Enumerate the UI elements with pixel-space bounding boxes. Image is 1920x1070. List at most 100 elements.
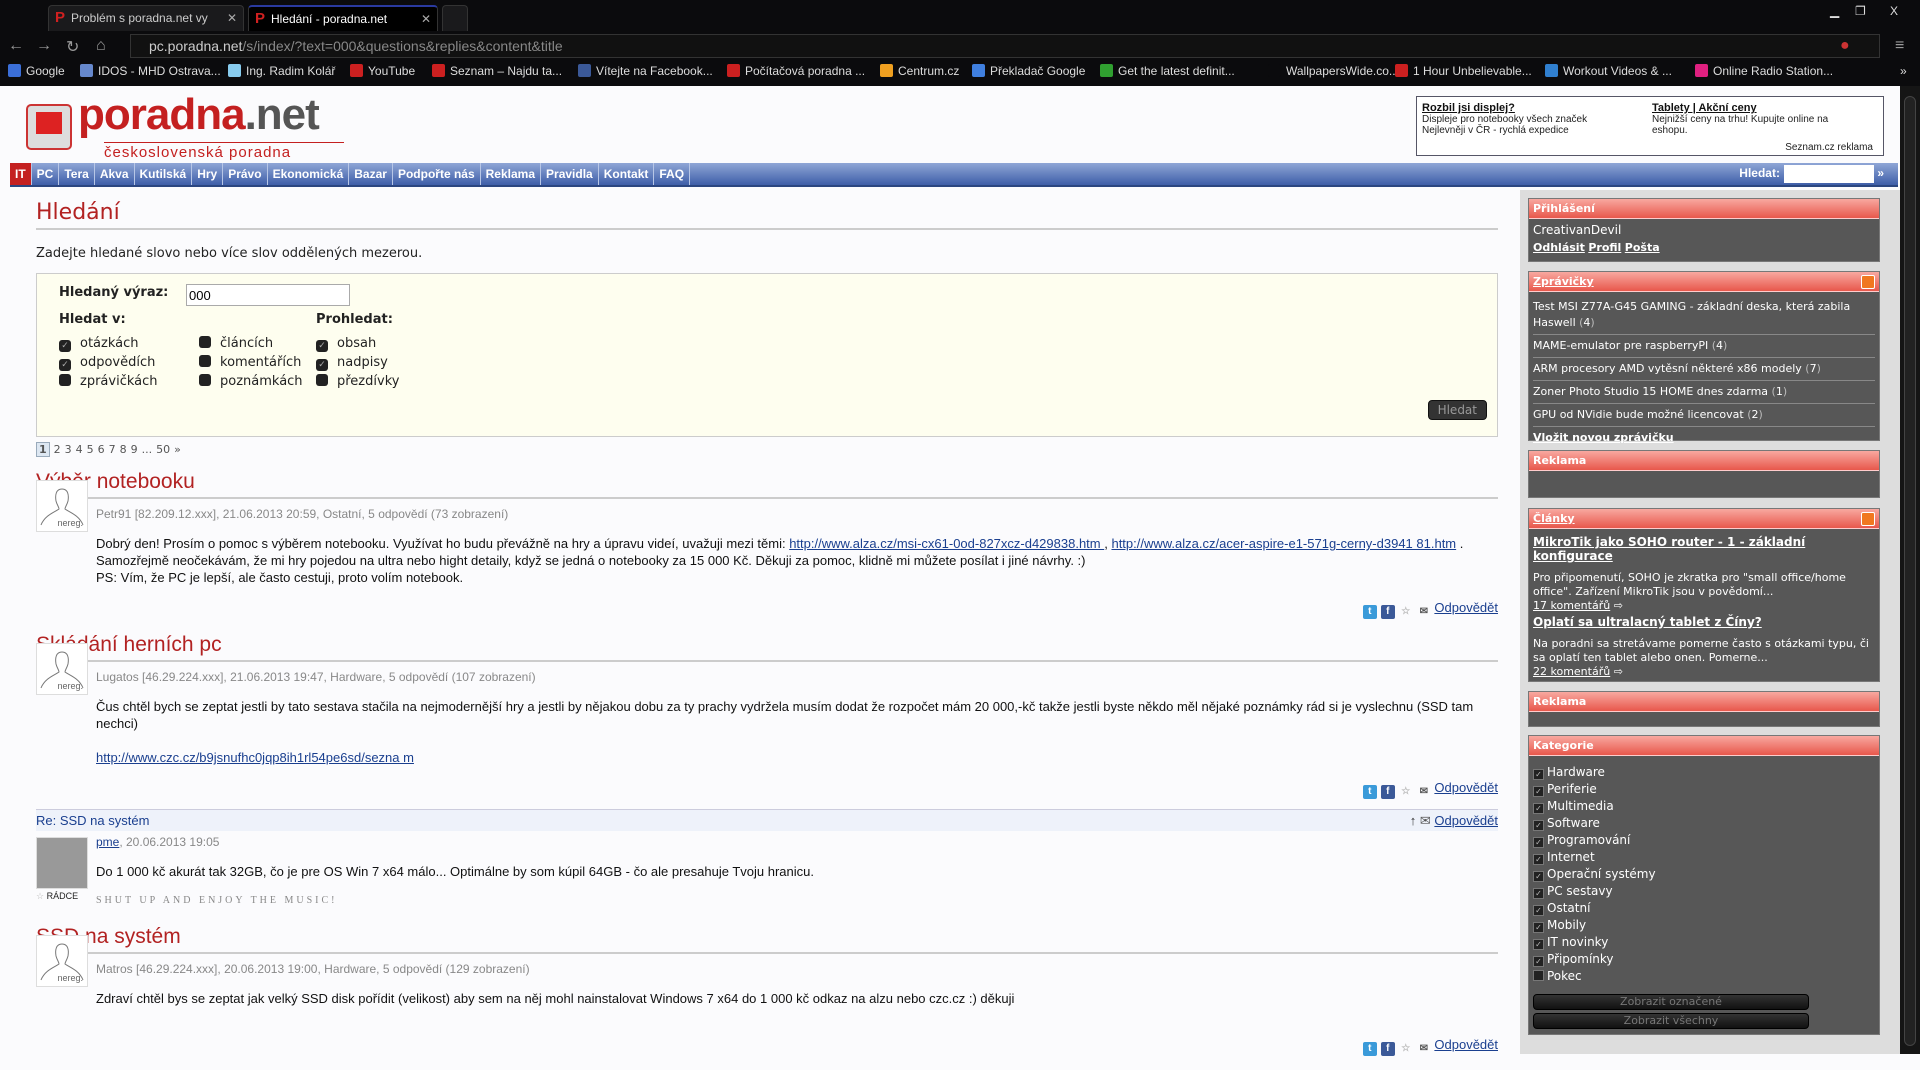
arrow-up-icon[interactable]: ↑ — [1410, 813, 1417, 828]
bookmark-item[interactable]: 1 Hour Unbelievable... — [1395, 64, 1532, 78]
add-news-link[interactable]: Vložit novou zprávičku — [1533, 431, 1674, 444]
nav-item[interactable]: Podpořte nás — [393, 163, 481, 185]
reply-title[interactable]: Re: SSD na systém — [36, 813, 149, 828]
new-tab-button[interactable] — [442, 5, 468, 31]
articles-title[interactable]: Články — [1529, 509, 1879, 529]
nav-item[interactable]: IT — [10, 163, 32, 185]
reply-link[interactable]: Odpovědět — [1434, 1037, 1498, 1052]
post-link[interactable]: http://www.alza.cz/msi-cx61-0od-827xcz-d… — [789, 536, 1104, 551]
bookmark-item[interactable]: Get the latest definit... — [1100, 64, 1235, 78]
page-link[interactable]: 2 — [54, 443, 61, 456]
checkbox-icon[interactable]: ✓ — [1533, 871, 1544, 882]
menu-icon[interactable]: ≡ — [1895, 37, 1904, 55]
checkbox-icon[interactable]: ✓ — [1533, 769, 1544, 780]
news-item[interactable]: MAME-emulator pre raspberryPI (4) — [1533, 335, 1875, 358]
bookmark-item[interactable]: Počítačová poradna ... — [727, 64, 865, 78]
bookmark-item[interactable]: Ing. Radim Kolář — [228, 64, 335, 78]
query-input[interactable] — [186, 284, 350, 306]
twitter-icon[interactable]: t — [1362, 785, 1377, 799]
address-bar[interactable]: pc.poradna.net/s/index/?text=000&questio… — [130, 34, 1880, 58]
site-logo[interactable]: poradna.net československá poradna — [24, 90, 344, 162]
checkbox-icon[interactable] — [199, 374, 211, 386]
logout-link[interactable]: Odhlásit — [1533, 241, 1585, 254]
close-tab-icon[interactable]: ✕ — [421, 12, 431, 26]
post-title[interactable]: Výběr notebooku — [36, 470, 1498, 499]
user-link[interactable]: pme — [96, 835, 119, 849]
category-checkbox[interactable]: ✓ Periferie — [1533, 781, 1875, 798]
close-window-icon[interactable]: X — [1890, 4, 1898, 18]
bookmark-item[interactable]: Centrum.cz — [880, 64, 959, 78]
tab-problem[interactable]: P Problém s poradna.net vy ✕ — [48, 5, 244, 31]
category-checkbox[interactable]: ✓ Multimedia — [1533, 798, 1875, 815]
checkbox-icon[interactable]: ✓ — [1533, 939, 1544, 950]
show-all-button[interactable]: Zobrazit všechny — [1533, 1013, 1809, 1029]
news-item[interactable]: ARM procesory AMD vytěsní některé x86 mo… — [1533, 358, 1875, 381]
bookmark-item[interactable]: Vítejte na Facebook... — [578, 64, 713, 78]
category-checkbox[interactable]: ✓ IT novinky — [1533, 934, 1875, 951]
checkbox-icon[interactable] — [316, 374, 328, 386]
search-in-checkbox[interactable]: ✓ odpovědích — [59, 355, 155, 371]
adblock-icon[interactable]: ● — [1840, 37, 1850, 55]
checkbox-icon[interactable] — [1533, 970, 1544, 981]
reply-link[interactable]: Odpovědět — [1434, 780, 1498, 795]
bookmark-item[interactable]: Online Radio Station... — [1695, 64, 1833, 78]
scrollbar[interactable] — [1900, 86, 1920, 1054]
post-title[interactable]: Skládání herních pc — [36, 633, 1498, 662]
bookmark-item[interactable]: Překladač Google — [972, 64, 1085, 78]
comments-link[interactable]: 22 komentářů — [1533, 665, 1610, 678]
nav-item[interactable]: Tera — [59, 163, 95, 185]
category-checkbox[interactable]: ✓ Internet — [1533, 849, 1875, 866]
checkbox-icon[interactable]: ✓ — [1533, 905, 1544, 916]
checkbox-icon[interactable]: ✓ — [1533, 854, 1544, 865]
page-link[interactable]: 8 — [120, 443, 127, 456]
post-title[interactable]: SSD na systém — [36, 925, 1498, 954]
category-checkbox[interactable]: ✓ Ostatní — [1533, 900, 1875, 917]
category-checkbox[interactable]: ✓ PC sestavy — [1533, 883, 1875, 900]
article-link[interactable]: MikroTik jako SOHO router - 1 - základní… — [1533, 535, 1875, 563]
news-item[interactable]: Zoner Photo Studio 15 HOME dnes zdarma (… — [1533, 381, 1875, 404]
page-link[interactable]: 1 — [36, 442, 50, 457]
bookmark-item[interactable]: Google — [8, 64, 65, 78]
checkbox-icon[interactable]: ✓ — [1533, 922, 1544, 933]
search-in-checkbox[interactable]: poznámkách — [199, 374, 303, 389]
reply-link[interactable]: Odpovědět — [1434, 813, 1498, 828]
checkbox-icon[interactable]: ✓ — [1533, 786, 1544, 797]
checkbox-icon[interactable] — [199, 355, 211, 367]
post-link[interactable]: http://www.czc.cz/b9jsnufhc0jqp8ih1rl54p… — [96, 750, 414, 765]
minimize-icon[interactable]: ▁ — [1830, 4, 1839, 18]
home-icon[interactable]: ⌂ — [96, 37, 106, 55]
comments-link[interactable]: 17 komentářů — [1533, 599, 1610, 612]
category-checkbox[interactable]: ✓ Mobily — [1533, 917, 1875, 934]
nav-item[interactable]: Ekonomická — [268, 163, 350, 185]
page-link[interactable]: 7 — [109, 443, 116, 456]
checkbox-icon[interactable]: ✓ — [316, 359, 328, 371]
tab-hledani[interactable]: P Hledání - poradna.net ✕ — [248, 5, 438, 31]
back-icon[interactable]: ← — [8, 37, 24, 55]
bookmark-item[interactable]: IDOS - MHD Ostrava... — [80, 64, 221, 78]
reload-icon[interactable]: ↻ — [66, 37, 79, 57]
search-in-checkbox[interactable]: článcích — [199, 336, 273, 351]
page-link[interactable]: » — [174, 443, 181, 456]
category-checkbox[interactable]: Pokec — [1533, 968, 1875, 985]
news-item[interactable]: GPU od NVidie bude možné licencovat (2) — [1533, 404, 1875, 427]
scope-checkbox[interactable]: ✓ obsah — [316, 336, 376, 352]
nav-item[interactable]: Akva — [95, 163, 135, 185]
restore-icon[interactable]: ❐ — [1855, 4, 1866, 18]
page-link[interactable]: 9 — [131, 443, 138, 456]
mail-icon[interactable]: ✉ — [1417, 605, 1431, 619]
news-title[interactable]: Zprávičky — [1529, 272, 1879, 292]
mail-icon[interactable]: ✉ — [1420, 813, 1431, 828]
page-link[interactable]: ... — [142, 443, 153, 456]
search-go-button[interactable]: » — [1877, 166, 1884, 180]
nav-item[interactable]: Reklama — [481, 163, 542, 185]
checkbox-icon[interactable]: ✓ — [316, 340, 328, 352]
search-in-checkbox[interactable]: ✓ otázkách — [59, 336, 139, 352]
reply-link[interactable]: Odpovědět — [1434, 600, 1498, 615]
search-in-checkbox[interactable]: komentářích — [199, 355, 301, 370]
checkbox-icon[interactable]: ✓ — [1533, 888, 1544, 899]
category-checkbox[interactable]: ✓ Hardware — [1533, 764, 1875, 781]
nav-item[interactable]: Kutilská — [135, 163, 193, 185]
show-marked-button[interactable]: Zobrazit označené — [1533, 994, 1809, 1010]
checkbox-icon[interactable]: ✓ — [59, 340, 71, 352]
checkbox-icon[interactable]: ✓ — [1533, 837, 1544, 848]
